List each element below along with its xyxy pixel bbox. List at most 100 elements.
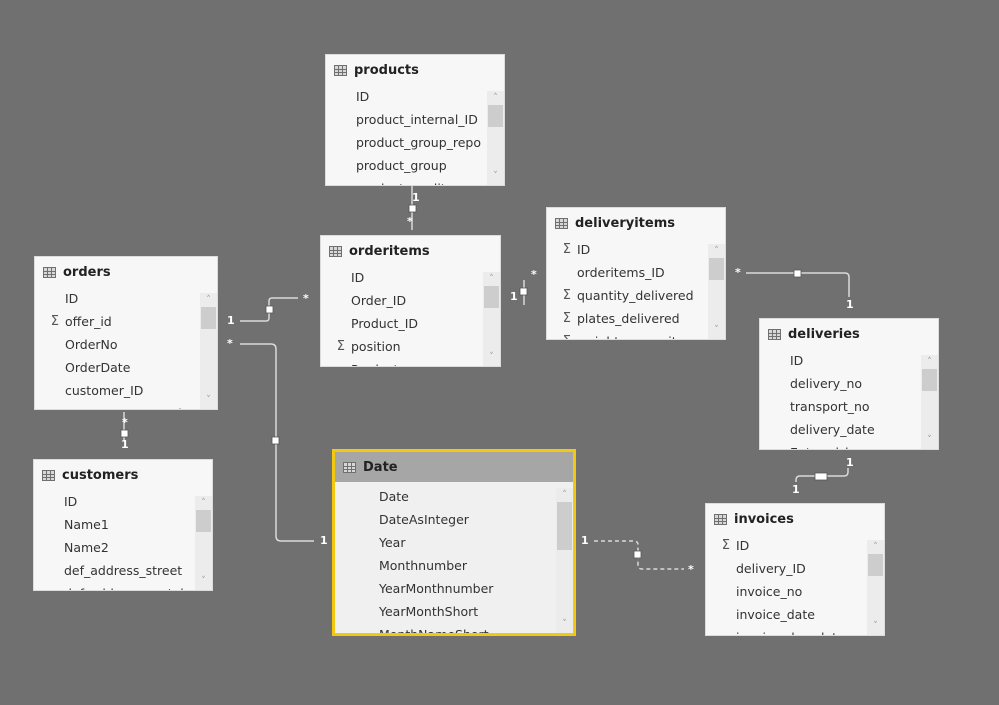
field-row[interactable]: Σ ID <box>706 534 866 557</box>
field-row[interactable]: invoice_date <box>706 603 866 626</box>
field-row[interactable]: delivery_no <box>760 372 920 395</box>
scroll-down-icon[interactable]: ˅ <box>200 393 217 407</box>
scrollbar[interactable]: ˄ ˅ <box>708 244 725 339</box>
field-row[interactable]: Order_ID <box>321 289 482 312</box>
field-row[interactable]: Year <box>335 531 555 554</box>
field-row[interactable]: CustomerPO_Number <box>35 402 199 409</box>
scrollbar[interactable]: ˄ ˅ <box>556 488 573 633</box>
table-grid-icon <box>334 64 347 76</box>
scroll-up-icon[interactable]: ˄ <box>483 272 500 286</box>
field-row[interactable]: transport_no <box>760 395 920 418</box>
field-row[interactable]: Product <box>321 358 482 366</box>
field-row[interactable]: ID <box>321 266 482 289</box>
scroll-down-icon[interactable]: ˅ <box>867 619 884 633</box>
field-row[interactable]: invoice_no <box>706 580 866 603</box>
field-row[interactable]: def_address_postal <box>34 582 194 590</box>
scroll-thumb[interactable] <box>868 554 883 576</box>
table-header[interactable]: deliveries <box>760 319 938 349</box>
table-card-deliveryitems[interactable]: deliveryitems Σ ID orderitems_ID Σquantity_d… <box>546 207 726 340</box>
table-card-orderitems[interactable]: orderitems ID Order_ID Product_ID Σposition P… <box>320 235 501 367</box>
scroll-thumb[interactable] <box>557 502 572 550</box>
field-row[interactable]: Entered_by <box>760 441 920 449</box>
scroll-thumb[interactable] <box>484 286 499 308</box>
scrollbar[interactable]: ˄ ˅ <box>195 496 212 590</box>
table-card-deliveries[interactable]: deliveries ID delivery_no transport_no deliv… <box>759 318 939 450</box>
field-row[interactable]: Σquantity_delivered <box>547 284 707 307</box>
field-row[interactable]: Σ ID <box>547 238 707 261</box>
table-card-invoices[interactable]: invoices Σ ID delivery_ID invoice_no invoice_… <box>705 503 885 636</box>
scroll-down-icon[interactable]: ˅ <box>921 433 938 447</box>
field-row[interactable]: OrderNo <box>35 333 199 356</box>
scrollbar[interactable]: ˄ ˅ <box>867 540 884 635</box>
scroll-thumb[interactable] <box>709 258 724 280</box>
scrollbar[interactable]: ˄ ˅ <box>200 293 217 409</box>
scrollbar[interactable]: ˄ ˅ <box>487 91 504 185</box>
scroll-up-icon[interactable]: ˄ <box>867 540 884 554</box>
scroll-up-icon[interactable]: ˄ <box>200 293 217 307</box>
field-row[interactable]: invoice_due_date <box>706 626 866 635</box>
field-row[interactable]: Name1 <box>34 513 194 536</box>
field-row[interactable]: product_group <box>326 154 486 177</box>
field-row[interactable]: OrderDate <box>35 356 199 379</box>
scroll-down-icon[interactable]: ˅ <box>195 574 212 588</box>
scroll-thumb[interactable] <box>201 307 216 329</box>
field-row[interactable]: delivery_ID <box>706 557 866 580</box>
field-row[interactable]: YearMonthnumber <box>335 577 555 600</box>
table-card-customers[interactable]: customers ID Name1 Name2 def_address_streetd… <box>33 459 213 591</box>
table-card-products[interactable]: products ID product_internal_ID product_gro… <box>325 54 505 186</box>
table-grid-icon <box>768 328 781 340</box>
scroll-down-icon[interactable]: ˅ <box>483 350 500 364</box>
field-row[interactable]: ID <box>760 349 920 372</box>
field-row[interactable]: MonthNameShort <box>335 623 555 633</box>
table-header[interactable]: orderitems <box>321 236 500 266</box>
scroll-up-icon[interactable]: ˄ <box>556 488 573 502</box>
field-list: ID delivery_no transport_no delivery_date En… <box>760 349 920 449</box>
table-header[interactable]: products <box>326 55 504 85</box>
scrollbar[interactable]: ˄ ˅ <box>483 272 500 366</box>
scroll-up-icon[interactable]: ˄ <box>195 496 212 510</box>
field-row[interactable]: ID <box>35 287 199 310</box>
field-name: Entered_by <box>790 445 860 449</box>
field-row[interactable]: Σplates_delivered <box>547 307 707 330</box>
scroll-thumb[interactable] <box>196 510 211 532</box>
field-row[interactable]: def_address_street <box>34 559 194 582</box>
table-header[interactable]: deliveryitems <box>547 208 725 238</box>
scroll-up-icon[interactable]: ˄ <box>708 244 725 258</box>
field-name: invoice_date <box>736 607 815 622</box>
scroll-down-icon[interactable]: ˅ <box>556 617 573 631</box>
table-header[interactable]: invoices <box>706 504 884 534</box>
field-name: Name1 <box>64 517 109 532</box>
table-card-orders[interactable]: orders ID Σoffer_id OrderNo OrderDate custome… <box>34 256 218 410</box>
scroll-down-icon[interactable]: ˅ <box>487 169 504 183</box>
field-row[interactable]: product_internal_ID <box>326 108 486 131</box>
field-row[interactable]: Σposition <box>321 335 482 358</box>
field-row[interactable]: customer_ID <box>35 379 199 402</box>
field-row[interactable]: ID <box>326 85 486 108</box>
table-header[interactable]: Date <box>335 452 573 482</box>
field-row[interactable]: Date <box>335 485 555 508</box>
field-row[interactable]: orderitems_ID <box>547 261 707 284</box>
field-row[interactable]: Monthnumber <box>335 554 555 577</box>
table-grid-icon <box>343 461 356 473</box>
scroll-thumb[interactable] <box>488 105 503 127</box>
field-row[interactable]: product_group_repo <box>326 131 486 154</box>
field-row[interactable]: product_quality <box>326 177 486 185</box>
scroll-up-icon[interactable]: ˄ <box>487 91 504 105</box>
field-row[interactable]: Σoffer_id <box>35 310 199 333</box>
field-row[interactable]: Name2 <box>34 536 194 559</box>
field-row[interactable]: DateAsInteger <box>335 508 555 531</box>
field-row[interactable]: Product_ID <box>321 312 482 335</box>
table-card-date[interactable]: Date Date DateAsInteger Year Monthnumber Year… <box>332 449 576 636</box>
field-row[interactable]: YearMonthShort <box>335 600 555 623</box>
scrollbar[interactable]: ˄ ˅ <box>921 355 938 449</box>
scroll-down-icon[interactable]: ˅ <box>708 323 725 337</box>
table-header[interactable]: orders <box>35 257 217 287</box>
field-row[interactable]: ID <box>34 490 194 513</box>
field-row[interactable]: Σweight_per_unit <box>547 330 707 339</box>
scroll-up-icon[interactable]: ˄ <box>921 355 938 369</box>
field-name: MonthNameShort <box>379 627 489 633</box>
table-header[interactable]: customers <box>34 460 212 490</box>
field-row[interactable]: delivery_date <box>760 418 920 441</box>
scroll-thumb[interactable] <box>922 369 937 391</box>
field-name: Order_ID <box>351 293 407 308</box>
